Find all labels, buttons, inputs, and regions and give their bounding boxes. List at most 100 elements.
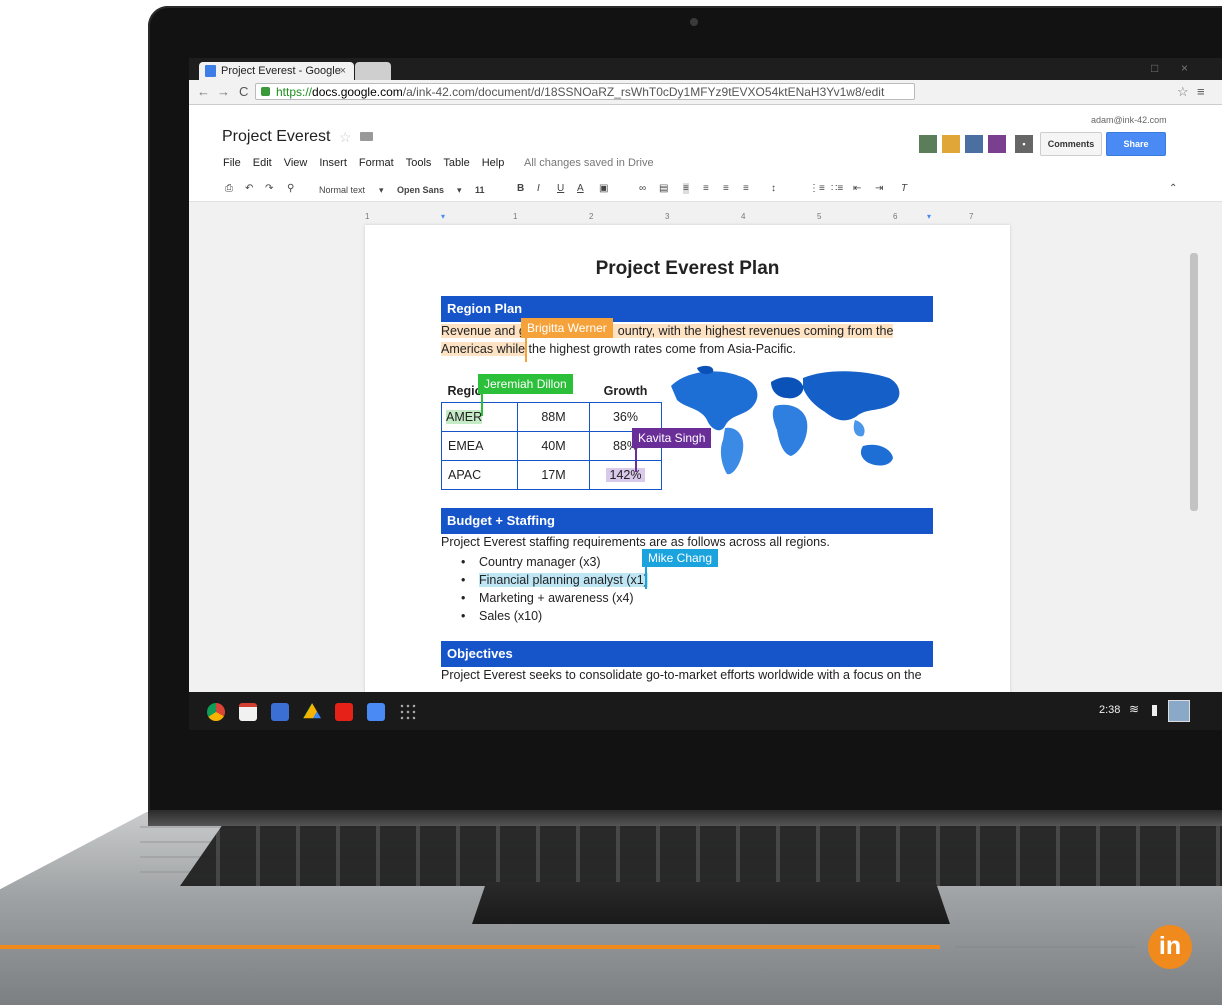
- comments-button[interactable]: Comments: [1040, 132, 1102, 156]
- style-chevron-down-icon[interactable]: ▾: [379, 185, 384, 196]
- paragraph-text: the highest growth rates come from Asia-…: [525, 342, 797, 356]
- align-center-icon[interactable]: ≡: [703, 183, 709, 194]
- menu-bar: File Edit View Insert Format Tools Table…: [223, 157, 504, 169]
- ruler-label: 7: [969, 212, 974, 221]
- highlighted-text: Revenue and g: [441, 324, 526, 338]
- align-right-icon[interactable]: ≡: [723, 183, 729, 194]
- list-item: Financial planning analyst (x1): [441, 571, 841, 589]
- reload-icon[interactable]: C: [239, 84, 248, 99]
- camera-icon: [690, 18, 698, 26]
- clock[interactable]: 2:38: [1099, 704, 1120, 716]
- tab-project-everest[interactable]: Project Everest - Google ×: [199, 62, 354, 80]
- link-icon[interactable]: ∞: [639, 183, 646, 194]
- docs-app-icon[interactable]: [367, 703, 385, 721]
- menu-edit[interactable]: Edit: [253, 157, 272, 169]
- table-cell[interactable]: EMEA: [441, 431, 518, 461]
- table-cell[interactable]: APAC: [441, 460, 518, 490]
- user-avatar[interactable]: [1168, 700, 1190, 722]
- table-cell[interactable]: 142%: [589, 460, 662, 490]
- align-left-icon[interactable]: ≡: [683, 183, 689, 194]
- increase-indent-icon[interactable]: ⇥: [875, 183, 883, 194]
- collaborator-avatar[interactable]: [965, 135, 983, 153]
- font-dropdown[interactable]: Open Sans: [397, 185, 444, 195]
- collaborator-avatar[interactable]: [988, 135, 1006, 153]
- doc-title[interactable]: Project Everest: [222, 128, 330, 146]
- style-dropdown[interactable]: Normal text: [319, 185, 365, 195]
- collaborator-avatar[interactable]: [942, 135, 960, 153]
- ruler-label: 1: [365, 212, 370, 221]
- bulleted-list-icon[interactable]: ∷≡: [831, 183, 843, 194]
- menu-format[interactable]: Format: [359, 157, 394, 169]
- table-cell[interactable]: 40M: [517, 431, 590, 461]
- comment-icon[interactable]: ▤: [659, 183, 668, 194]
- collaborator-avatar[interactable]: [919, 135, 937, 153]
- menu-file[interactable]: File: [223, 157, 241, 169]
- justify-icon[interactable]: ≡: [743, 183, 749, 194]
- collapse-chevron-icon[interactable]: ⌃: [1169, 183, 1177, 194]
- docs-header: Project Everest ☆ File Edit View Insert …: [189, 105, 1222, 181]
- table-cell[interactable]: 88M: [517, 402, 590, 432]
- highlight-color-icon[interactable]: ▣: [599, 183, 608, 194]
- menu-insert[interactable]: Insert: [319, 157, 347, 169]
- bookmark-star-icon[interactable]: ☆: [1177, 84, 1189, 100]
- menu-help[interactable]: Help: [482, 157, 505, 169]
- app-launcher-icon[interactable]: [399, 703, 417, 721]
- redo-icon[interactable]: ↷: [265, 183, 273, 194]
- url-scheme: https://: [276, 85, 313, 99]
- table-cell[interactable]: AMER: [441, 402, 518, 432]
- numbered-list-icon[interactable]: ⋮≡: [809, 183, 825, 194]
- chrome-app-icon[interactable]: [207, 703, 225, 721]
- window-close-icon[interactable]: ×: [1181, 61, 1188, 75]
- back-arrow-icon[interactable]: ←: [197, 84, 210, 99]
- ruler[interactable]: 1 1 2 3 4 5 6 7 ▾ ▾: [365, 210, 1010, 222]
- italic-button[interactable]: I: [537, 183, 540, 194]
- chromeos-shelf: 2:38 ≋: [189, 692, 1222, 730]
- font-chevron-down-icon[interactable]: ▾: [457, 185, 462, 196]
- maximize-icon[interactable]: □: [1151, 61, 1158, 75]
- list-item: Sales (x10): [441, 607, 841, 625]
- forward-arrow-icon[interactable]: →: [217, 84, 230, 99]
- objectives-paragraph: Project Everest seeks to consolidate go-…: [441, 668, 922, 682]
- page-scrollbar[interactable]: [1190, 253, 1198, 511]
- folder-icon[interactable]: [360, 132, 373, 141]
- new-tab-button[interactable]: [355, 62, 391, 80]
- line-spacing-icon[interactable]: ↕: [771, 183, 776, 194]
- right-indent-marker-icon[interactable]: ▾: [927, 212, 931, 221]
- tab-close-icon[interactable]: ×: [340, 62, 346, 80]
- left-indent-marker-icon[interactable]: ▾: [441, 212, 445, 221]
- wifi-icon[interactable]: ≋: [1129, 702, 1139, 716]
- drive-app-icon[interactable]: [303, 703, 321, 719]
- chat-icon[interactable]: ▪: [1015, 135, 1033, 153]
- text-color-button[interactable]: A: [577, 183, 584, 194]
- undo-icon[interactable]: ↶: [245, 183, 253, 194]
- collaborator-label-jeremiah: Jeremiah Dillon: [478, 374, 573, 394]
- star-icon[interactable]: ☆: [339, 129, 352, 146]
- region-table[interactable]: Regio Growth AMER 88M 36% EMEA 40M 88% A…: [441, 380, 662, 490]
- chrome-menu-icon[interactable]: ≡: [1197, 84, 1205, 99]
- youtube-app-icon[interactable]: [335, 703, 353, 721]
- bold-button[interactable]: B: [517, 183, 524, 194]
- decrease-indent-icon[interactable]: ⇤: [853, 183, 861, 194]
- menu-table[interactable]: Table: [443, 157, 469, 169]
- google-search-app-icon[interactable]: [271, 703, 289, 721]
- menu-tools[interactable]: Tools: [406, 157, 432, 169]
- document-page[interactable]: Project Everest Plan Region Plan Revenue…: [365, 225, 1010, 730]
- menu-view[interactable]: View: [284, 157, 308, 169]
- list-item: Country manager (x3): [441, 553, 841, 571]
- print-icon[interactable]: ⎙: [225, 183, 233, 194]
- paint-format-icon[interactable]: ⚲: [287, 183, 294, 194]
- gmail-app-icon[interactable]: [239, 703, 257, 721]
- url-host: docs.google.com: [312, 85, 403, 99]
- ruler-label: 3: [665, 212, 670, 221]
- clear-formatting-icon[interactable]: T: [901, 183, 907, 194]
- underline-button[interactable]: U: [557, 183, 564, 194]
- battery-icon[interactable]: [1152, 705, 1157, 716]
- share-button[interactable]: Share: [1106, 132, 1166, 156]
- table-cell[interactable]: 17M: [517, 460, 590, 490]
- font-size-dropdown[interactable]: 11: [475, 185, 485, 195]
- docs-favicon-icon: [205, 65, 216, 77]
- world-map-image[interactable]: [667, 364, 907, 480]
- brand-bar-gray: [955, 946, 1135, 948]
- address-bar[interactable]: https://docs.google.com/a/ink-42.com/doc…: [255, 83, 915, 100]
- user-email[interactable]: adam@ink-42.com: [1091, 115, 1167, 125]
